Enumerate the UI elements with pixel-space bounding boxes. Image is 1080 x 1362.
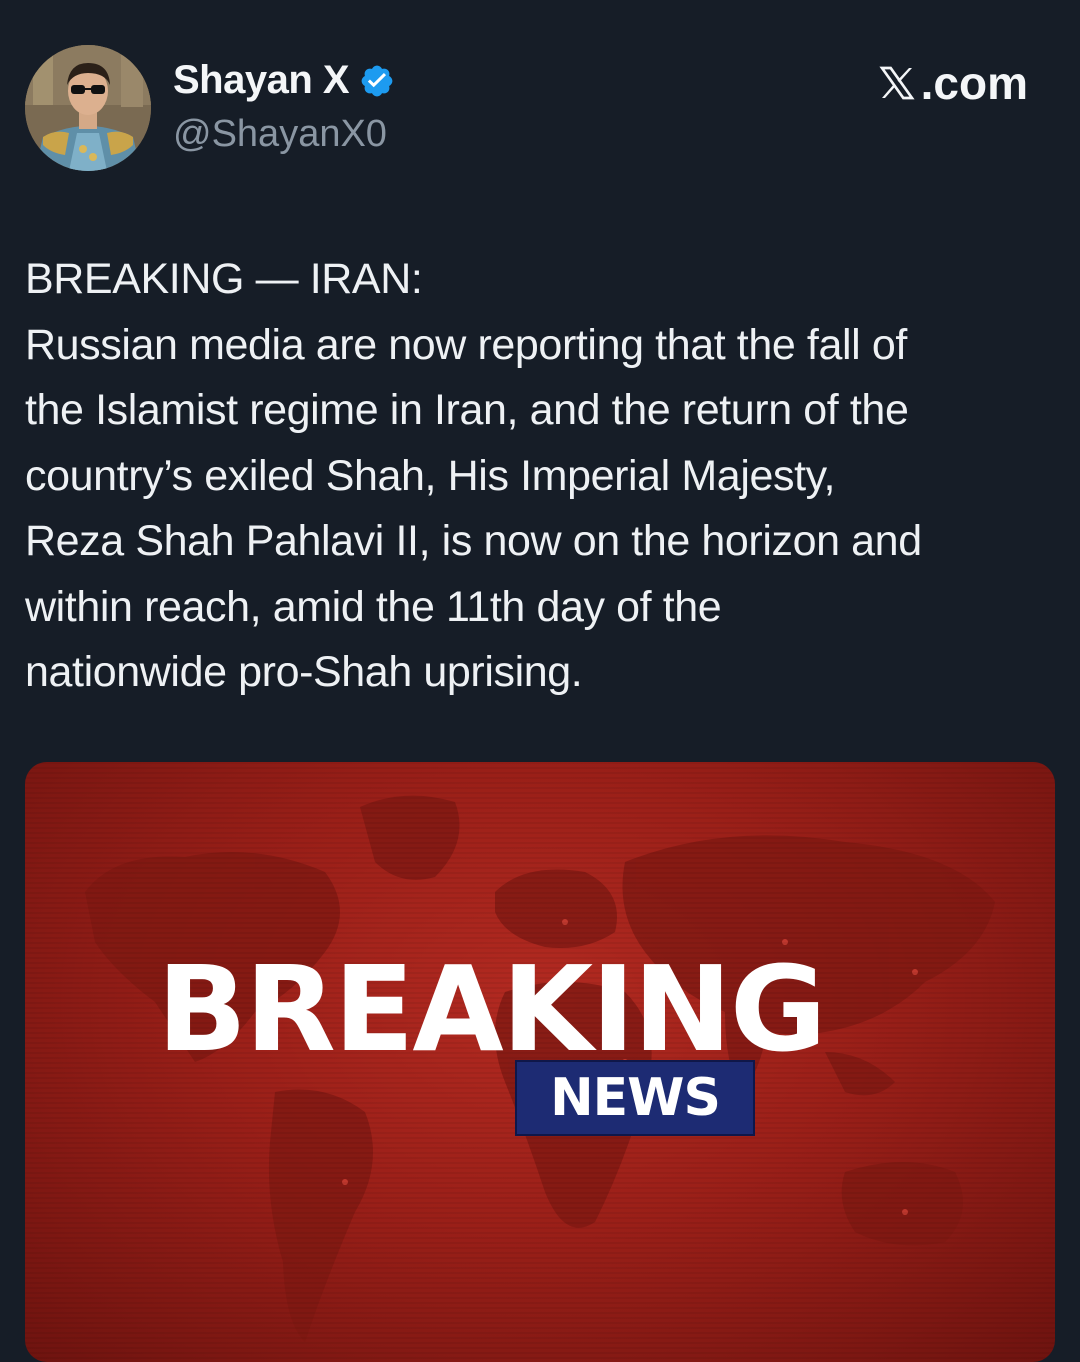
author-name[interactable]: Shayan X bbox=[173, 58, 395, 103]
media-image[interactable]: BREAKING NEWS bbox=[25, 762, 1055, 1362]
tweet-line: nationwide pro-Shah uprising. bbox=[25, 648, 583, 696]
author-display-name[interactable]: Shayan X bbox=[173, 58, 350, 103]
tweet-line: Reza Shah Pahlavi II, is now on the hori… bbox=[25, 517, 922, 565]
avatar-portrait-icon bbox=[25, 45, 151, 171]
site-label: .com bbox=[877, 56, 1028, 110]
tweet-line: Russian media are now reporting that the… bbox=[25, 320, 907, 369]
breaking-headline: BREAKING bbox=[157, 940, 827, 1078]
verified-badge-icon bbox=[361, 65, 393, 96]
tweet-line: BREAKING — IRAN: bbox=[25, 255, 423, 303]
site-domain: .com bbox=[920, 57, 1028, 109]
tweet-line: within reach, amid the 11th day of the bbox=[25, 582, 722, 631]
avatar[interactable] bbox=[25, 45, 151, 171]
x-logo-icon bbox=[879, 66, 915, 100]
tweet-line: the Islamist regime in Iran, and the ret… bbox=[25, 386, 909, 434]
tweet-text: BREAKING — IRAN: Russian media are now r… bbox=[25, 247, 1060, 706]
author-handle[interactable]: @ShayanX0 bbox=[173, 113, 387, 156]
news-label: NEWS bbox=[550, 1068, 721, 1128]
news-label-box: NEWS bbox=[515, 1060, 755, 1136]
tweet-line: country’s exiled Shah, His Imperial Maje… bbox=[25, 451, 836, 500]
